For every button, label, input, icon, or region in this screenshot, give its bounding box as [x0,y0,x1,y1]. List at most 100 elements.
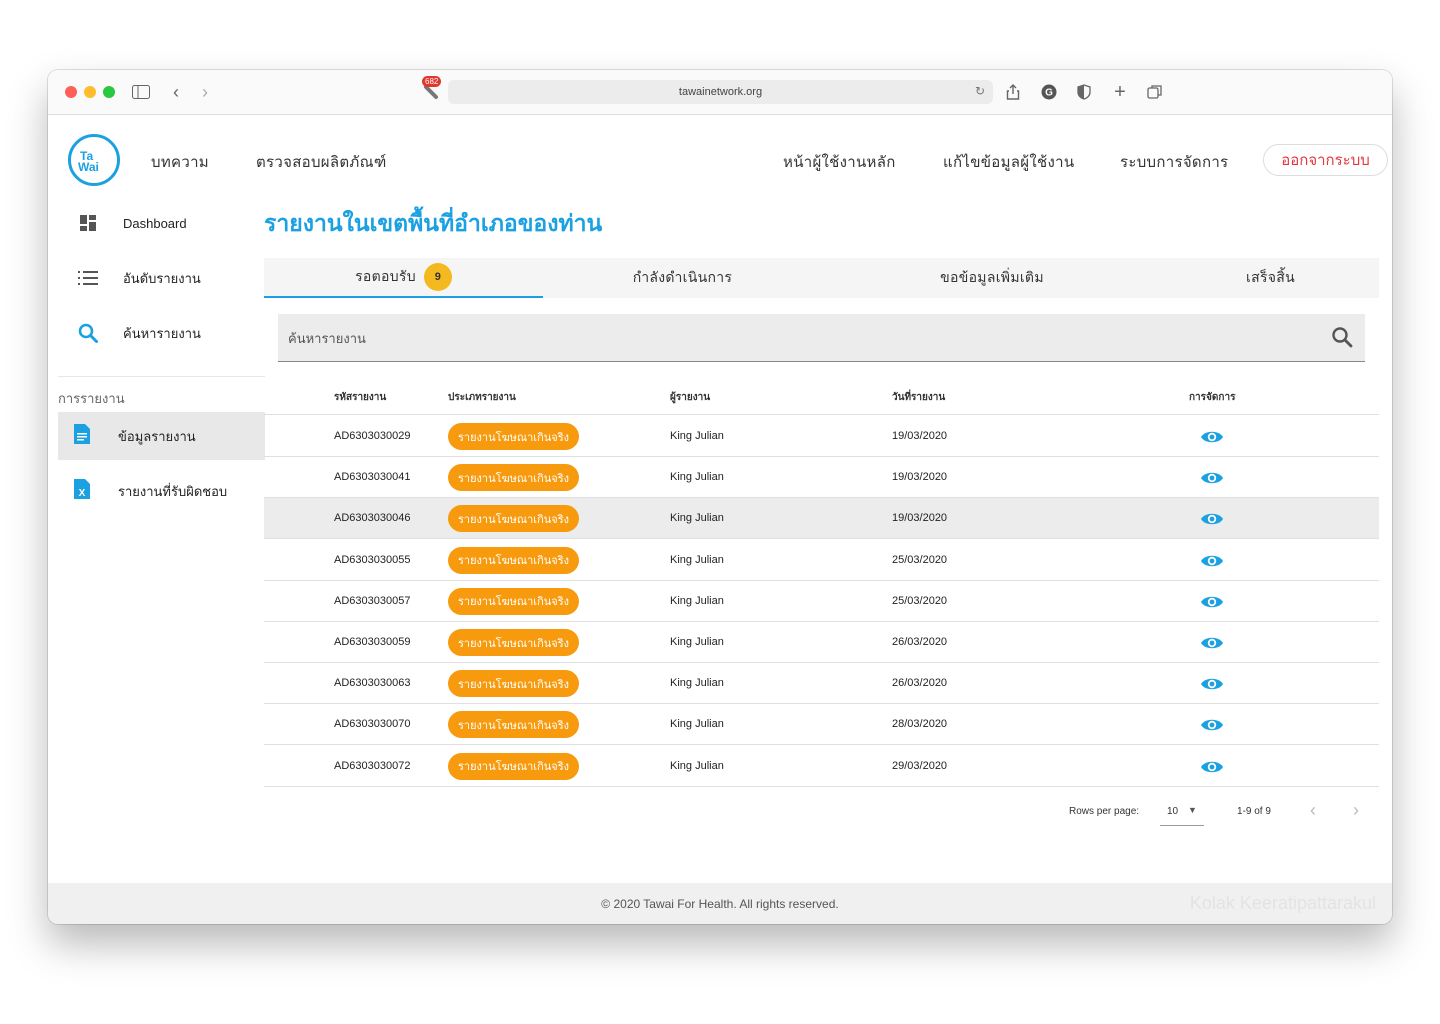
address-bar[interactable]: tawainetwork.org ↻ [448,80,993,104]
close-window-button[interactable] [65,86,77,98]
footer: © 2020 Tawai For Health. All rights rese… [48,883,1392,924]
tab-label: รอตอบรับ [355,268,416,284]
search-input[interactable] [288,326,1288,350]
table-row[interactable]: AD6303030072 รายงานโฆษณาเกินจริง King Juli… [264,746,1379,787]
report-id: AD6303030070 [334,718,411,731]
report-date: 28/03/2020 [892,718,948,731]
sidebar-item-label: ค้นหารายงาน [123,325,201,341]
search-icon[interactable] [1331,326,1355,350]
tab-label: กำลังดำเนินการ [632,269,733,285]
report-type-pill: รายงานโฆษณาเกินจริง [448,464,579,492]
sidebar-item-label: รายงานที่รับผิดชอบ [118,483,228,499]
sidebar-item-report-data[interactable]: ข้อมูลรายงาน [58,412,265,460]
sidebar-item-ranking[interactable]: อันดับรายงาน [58,255,265,301]
logout-button[interactable]: ออกจากระบบ [1263,144,1388,176]
new-tab-icon[interactable]: + [1109,81,1131,103]
report-type-pill: รายงานโฆษณาเกินจริง [448,546,579,574]
sidebar-toggle-icon[interactable] [130,81,152,103]
stage: ‹ › 682 tawainetwork.org ↻ G + Ta Wai บท… [0,0,1440,1024]
report-date: 19/03/2020 [892,430,948,442]
svg-text:G: G [1045,88,1053,99]
tab-completed[interactable]: เสร็จสิ้น [1162,258,1379,298]
sidebar-item-responsible-reports[interactable]: X รายงานที่รับผิดชอบ [58,467,265,515]
sidebar-item-dashboard[interactable]: Dashboard [58,200,265,246]
rows-per-page-select[interactable]: 10 ▼ [1160,802,1204,826]
view-eye-icon[interactable] [1200,675,1224,693]
next-page-icon[interactable]: › [1353,800,1359,821]
status-tabs: รอตอบรับ 9 กำลังดำเนินการ ขอข้อมูลเพิ่มเ… [264,258,1379,298]
browser-window: ‹ › 682 tawainetwork.org ↻ G + Ta Wai บท… [48,70,1392,924]
reporter-name: King Julian [670,636,724,648]
view-eye-icon[interactable] [1200,593,1224,611]
report-date: 25/03/2020 [892,594,948,607]
table-row[interactable]: AD6303030029 รายงานโฆษณาเกินจริง King Juli… [264,416,1379,457]
browser-toolbar: ‹ › 682 tawainetwork.org ↻ G + [48,70,1392,115]
tab-in-progress[interactable]: กำลังดำเนินการ [543,258,822,298]
report-id: AD6303030057 [334,594,411,607]
table-row[interactable]: AD6303030057 รายงานโฆษณาเกินจริง King Juli… [264,581,1379,622]
grammarly-icon[interactable]: G [1038,81,1060,103]
report-type-pill: รายงานโฆษณาเกินจริง [448,670,579,698]
copyright-text: © 2020 Tawai For Health. All rights rese… [601,896,839,911]
sidebar-item-label: อันดับรายงาน [123,270,201,286]
view-eye-icon[interactable] [1200,634,1224,652]
nav-articles[interactable]: บทความ [151,150,209,174]
back-icon[interactable]: ‹ [165,81,187,103]
minimize-window-button[interactable] [84,86,96,98]
dashboard-icon [76,211,100,235]
nav-user-home[interactable]: หน้าผู้ใช้งานหลัก [783,150,896,174]
url-text: tawainetwork.org [678,86,763,98]
chevron-down-icon: ▼ [1188,805,1197,815]
column-header-reporter[interactable]: ผู้รายงาน [670,390,710,405]
previous-page-icon[interactable]: ‹ [1310,800,1316,821]
tab-pending[interactable]: รอตอบรับ 9 [264,258,543,298]
view-eye-icon[interactable] [1200,428,1224,446]
tabs-overview-icon[interactable] [1144,81,1166,103]
view-eye-icon[interactable] [1200,552,1224,570]
view-eye-icon[interactable] [1200,510,1224,528]
share-icon[interactable] [1002,81,1024,103]
nav-management[interactable]: ระบบการจัดการ [1120,150,1228,174]
table-row[interactable]: AD6303030055 รายงานโฆษณาเกินจริง King Juli… [264,540,1379,581]
sidebar-item-label: Dashboard [123,215,187,231]
shield-icon[interactable] [1073,81,1095,103]
sidebar-section-title: การรายงาน [58,391,125,406]
view-eye-icon[interactable] [1200,469,1224,487]
report-type-pill: รายงานโฆษณาเกินจริง [448,423,579,450]
nav-check-products[interactable]: ตรวจสอบผลิตภัณฑ์ [256,150,387,174]
maximize-window-button[interactable] [103,86,115,98]
column-header-actions: การจัดการ [1189,392,1236,403]
report-type-pill: รายงานโฆษณาเกินจริง [448,752,579,780]
report-id: AD6303030055 [334,553,411,566]
list-icon [76,266,100,290]
svg-text:X: X [79,488,86,499]
extension-icon[interactable]: 682 [422,76,444,99]
view-eye-icon[interactable] [1200,716,1224,734]
tawai-logo[interactable]: Ta Wai [68,134,120,186]
excel-file-icon: X [74,479,94,503]
forward-icon[interactable]: › [194,81,216,103]
table-row[interactable]: AD6303030070 รายงานโฆษณาเกินจริง King Juli… [264,704,1379,746]
report-id: AD6303030041 [334,471,411,484]
report-id: AD6303030072 [334,759,411,772]
table-row[interactable]: AD6303030041 รายงานโฆษณาเกินจริง King Juli… [264,457,1379,499]
reporter-name: King Julian [670,759,724,772]
column-header-date[interactable]: วันที่รายงาน [892,390,945,405]
reporter-name: King Julian [670,512,724,525]
table-row[interactable]: AD6303030063 รายงานโฆษณาเกินจริง King Juli… [264,663,1379,705]
rows-per-page-label: Rows per page: [1069,806,1140,817]
table-row[interactable]: AD6303030059 รายงานโฆษณาเกินจริง King Juli… [264,622,1379,663]
report-type-pill: รายงานโฆษณาเกินจริง [448,629,579,656]
reporter-name: King Julian [670,471,724,484]
sidebar-item-search[interactable]: ค้นหารายงาน [58,310,265,356]
reload-icon[interactable]: ↻ [975,84,985,98]
nav-edit-profile[interactable]: แก้ไขข้อมูลผู้ใช้งาน [943,150,1074,174]
column-header-id[interactable]: รหัสรายงาน [334,390,386,405]
search-icon [76,321,100,345]
view-eye-icon[interactable] [1200,758,1224,776]
tab-more-info[interactable]: ขอข้อมูลเพิ่มเติม [822,258,1162,298]
sidebar-item-label: ข้อมูลรายงาน [118,428,196,444]
table-row[interactable]: AD6303030046 รายงานโฆษณาเกินจริง King Juli… [264,498,1379,540]
page-title: รายงานในเขตพื้นที่อำเภอของท่าน [264,210,603,236]
column-header-type[interactable]: ประเภทรายงาน [448,390,516,405]
